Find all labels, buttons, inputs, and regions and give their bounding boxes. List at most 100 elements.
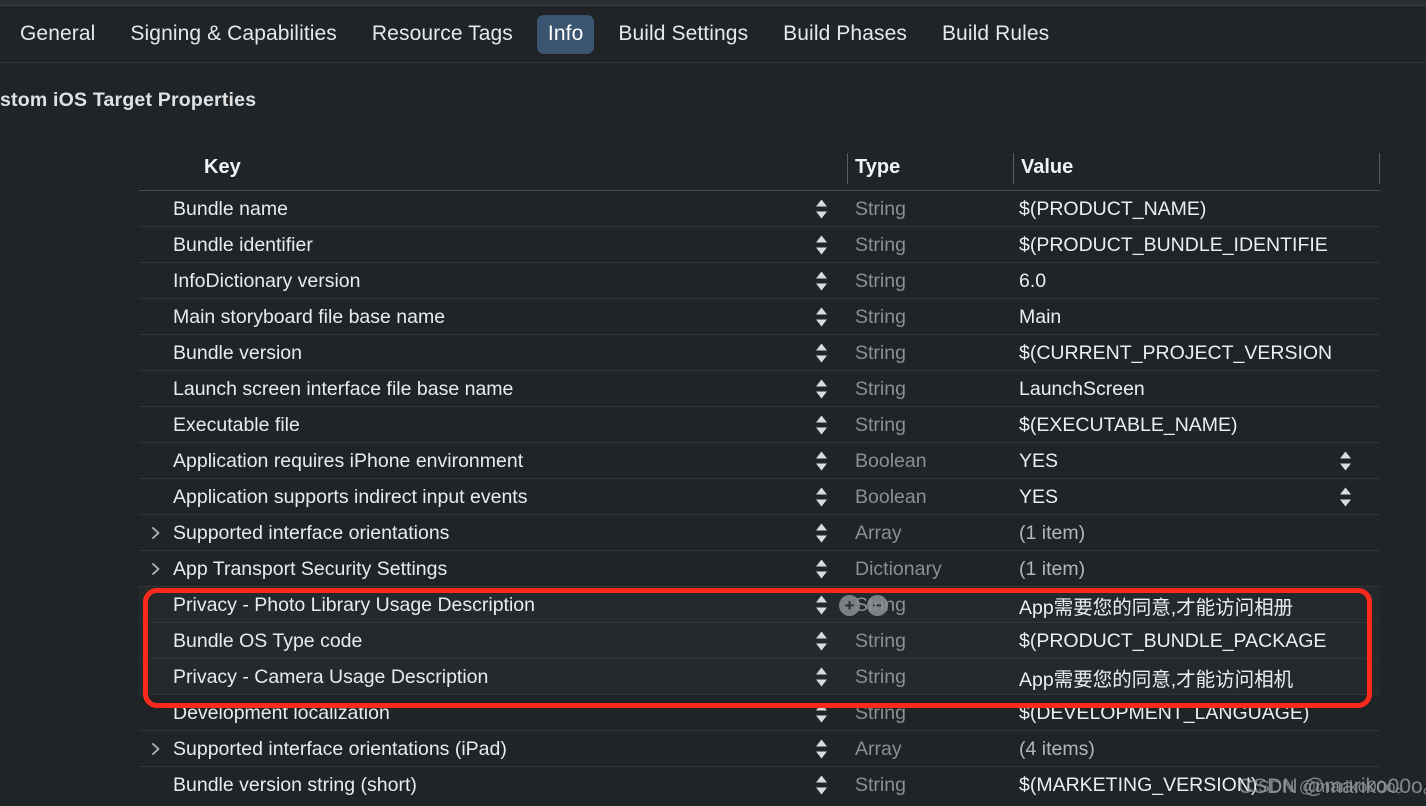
row-value[interactable]: $(EXECUTABLE_NAME) bbox=[1019, 407, 1238, 443]
table-row[interactable]: Bundle version String $(CURRENT_PROJECT_VE… bbox=[139, 335, 1380, 371]
row-value[interactable]: (1 item) bbox=[1019, 515, 1085, 551]
row-type[interactable]: Array bbox=[855, 515, 902, 551]
row-value[interactable]: $(MARKETING_VERSION) bbox=[1019, 767, 1257, 803]
table-row[interactable]: Application supports indirect input even… bbox=[139, 479, 1380, 515]
row-type[interactable]: String bbox=[855, 659, 906, 695]
row-value[interactable]: $(PRODUCT_BUNDLE_IDENTIFIE bbox=[1019, 227, 1328, 263]
row-type[interactable]: String bbox=[855, 191, 906, 227]
row-key-stepper-icon[interactable] bbox=[811, 623, 831, 659]
row-key-stepper-icon[interactable] bbox=[811, 731, 831, 767]
disclosure-triangle-icon[interactable] bbox=[151, 515, 161, 551]
tab-build-settings[interactable]: Build Settings bbox=[607, 15, 759, 53]
row-key-stepper-icon[interactable] bbox=[811, 407, 831, 443]
column-header-type[interactable]: Type bbox=[855, 144, 900, 191]
row-key-stepper-icon[interactable] bbox=[811, 299, 831, 335]
row-key-stepper-icon[interactable] bbox=[811, 263, 831, 299]
tab-build-phases[interactable]: Build Phases bbox=[772, 15, 918, 53]
disclosure-triangle-icon[interactable] bbox=[151, 731, 161, 767]
row-type[interactable]: Boolean bbox=[855, 443, 927, 479]
row-value[interactable]: YES bbox=[1019, 479, 1058, 515]
tab-resource-tags[interactable]: Resource Tags bbox=[361, 15, 524, 53]
row-key[interactable]: Application supports indirect input even… bbox=[173, 479, 527, 515]
row-type[interactable]: Dictionary bbox=[855, 551, 942, 587]
table-row[interactable]: Bundle name String $(PRODUCT_NAME) bbox=[139, 191, 1380, 227]
row-type[interactable]: String bbox=[855, 695, 906, 731]
column-divider-type-value[interactable] bbox=[1013, 153, 1014, 184]
row-key[interactable]: Supported interface orientations bbox=[173, 515, 449, 551]
table-row[interactable]: Application requires iPhone environment B… bbox=[139, 443, 1380, 479]
row-key[interactable]: Application requires iPhone environment bbox=[173, 443, 523, 479]
row-key-stepper-icon[interactable] bbox=[811, 335, 831, 371]
row-type[interactable]: String bbox=[855, 407, 906, 443]
row-key[interactable]: Bundle name bbox=[173, 191, 288, 227]
row-key-stepper-icon[interactable] bbox=[811, 191, 831, 227]
tab-info[interactable]: Info bbox=[536, 15, 595, 54]
row-key-stepper-icon[interactable] bbox=[811, 479, 831, 515]
row-key-stepper-icon[interactable] bbox=[811, 587, 831, 623]
row-value-stepper-icon[interactable] bbox=[1335, 443, 1355, 479]
row-key-stepper-icon[interactable] bbox=[811, 551, 831, 587]
row-key[interactable]: App Transport Security Settings bbox=[173, 551, 447, 587]
table-row[interactable]: Bundle OS Type code String $(PRODUCT_BUNDL… bbox=[139, 623, 1380, 659]
row-type[interactable]: String bbox=[855, 299, 906, 335]
row-key[interactable]: Executable file bbox=[173, 407, 300, 443]
row-type[interactable]: String bbox=[855, 623, 906, 659]
row-key[interactable]: Bundle OS Type code bbox=[173, 623, 362, 659]
row-key-stepper-icon[interactable] bbox=[811, 443, 831, 479]
row-value[interactable]: Main bbox=[1019, 299, 1061, 335]
table-row[interactable]: Privacy - Camera Usage Description String… bbox=[139, 659, 1380, 695]
tab-general[interactable]: General bbox=[9, 15, 106, 53]
row-value[interactable]: App需要您的同意,才能访问相机 bbox=[1019, 659, 1293, 695]
table-row[interactable]: Development localization String $(DEVELOPM… bbox=[139, 695, 1380, 731]
row-type[interactable]: String bbox=[855, 767, 906, 803]
row-key[interactable]: Supported interface orientations (iPad) bbox=[173, 731, 507, 767]
row-key[interactable]: InfoDictionary version bbox=[173, 263, 361, 299]
row-type[interactable]: String bbox=[855, 335, 906, 371]
row-key-stepper-icon[interactable] bbox=[811, 227, 831, 263]
table-row[interactable]: Main storyboard file base name String Main bbox=[139, 299, 1380, 335]
row-type[interactable]: String bbox=[855, 227, 906, 263]
row-value[interactable]: LaunchScreen bbox=[1019, 371, 1145, 407]
row-key[interactable]: Development localization bbox=[173, 695, 390, 731]
table-row[interactable]: Supported interface orientations Array (1 … bbox=[139, 515, 1380, 551]
row-type[interactable]: String bbox=[855, 371, 906, 407]
row-key-stepper-icon[interactable] bbox=[811, 515, 831, 551]
table-row[interactable]: Supported interface orientations (iPad) A… bbox=[139, 731, 1380, 767]
table-row[interactable]: Launch screen interface file base name St… bbox=[139, 371, 1380, 407]
row-type[interactable]: String bbox=[855, 263, 906, 299]
row-key-stepper-icon[interactable] bbox=[811, 371, 831, 407]
row-key-stepper-icon[interactable] bbox=[811, 695, 831, 731]
row-value[interactable]: 6.0 bbox=[1019, 263, 1046, 299]
row-value[interactable]: YES bbox=[1019, 443, 1058, 479]
tab-build-rules[interactable]: Build Rules bbox=[931, 15, 1060, 53]
row-value[interactable]: $(DEVELOPMENT_LANGUAGE) bbox=[1019, 695, 1309, 731]
table-row[interactable]: Bundle version string (short) String $(MAR… bbox=[139, 767, 1380, 803]
table-row[interactable]: InfoDictionary version String 6.0 bbox=[139, 263, 1380, 299]
row-key[interactable]: Bundle identifier bbox=[173, 227, 313, 263]
table-row[interactable]: Executable file String $(EXECUTABLE_NAME) bbox=[139, 407, 1380, 443]
row-value-stepper-icon[interactable] bbox=[1335, 479, 1355, 515]
row-type[interactable]: String bbox=[855, 587, 906, 623]
row-key[interactable]: Privacy - Camera Usage Description bbox=[173, 659, 488, 695]
column-divider-key-type[interactable] bbox=[847, 153, 848, 184]
row-key[interactable]: Main storyboard file base name bbox=[173, 299, 445, 335]
row-value[interactable]: $(CURRENT_PROJECT_VERSION bbox=[1019, 335, 1332, 371]
column-header-value[interactable]: Value bbox=[1021, 144, 1073, 191]
table-row[interactable]: Bundle identifier String $(PRODUCT_BUNDLE_… bbox=[139, 227, 1380, 263]
disclosure-triangle-icon[interactable] bbox=[151, 551, 161, 587]
row-key[interactable]: Privacy - Photo Library Usage Descriptio… bbox=[173, 587, 535, 623]
row-key-stepper-icon[interactable] bbox=[811, 767, 831, 803]
row-value[interactable]: $(PRODUCT_BUNDLE_PACKAGE bbox=[1019, 623, 1326, 659]
column-divider-value-end[interactable] bbox=[1379, 153, 1380, 184]
table-row[interactable]: App Transport Security Settings Dictionar… bbox=[139, 551, 1380, 587]
row-type[interactable]: Array bbox=[855, 731, 902, 767]
row-value[interactable]: (1 item) bbox=[1019, 551, 1085, 587]
row-key-stepper-icon[interactable] bbox=[811, 659, 831, 695]
column-header-key[interactable]: Key bbox=[204, 144, 241, 191]
row-value[interactable]: $(PRODUCT_NAME) bbox=[1019, 191, 1206, 227]
row-key[interactable]: Bundle version string (short) bbox=[173, 767, 417, 803]
row-value[interactable]: (4 items) bbox=[1019, 731, 1095, 767]
row-key[interactable]: Launch screen interface file base name bbox=[173, 371, 513, 407]
row-key[interactable]: Bundle version bbox=[173, 335, 302, 371]
tab-signing-capabilities[interactable]: Signing & Capabilities bbox=[119, 15, 348, 53]
